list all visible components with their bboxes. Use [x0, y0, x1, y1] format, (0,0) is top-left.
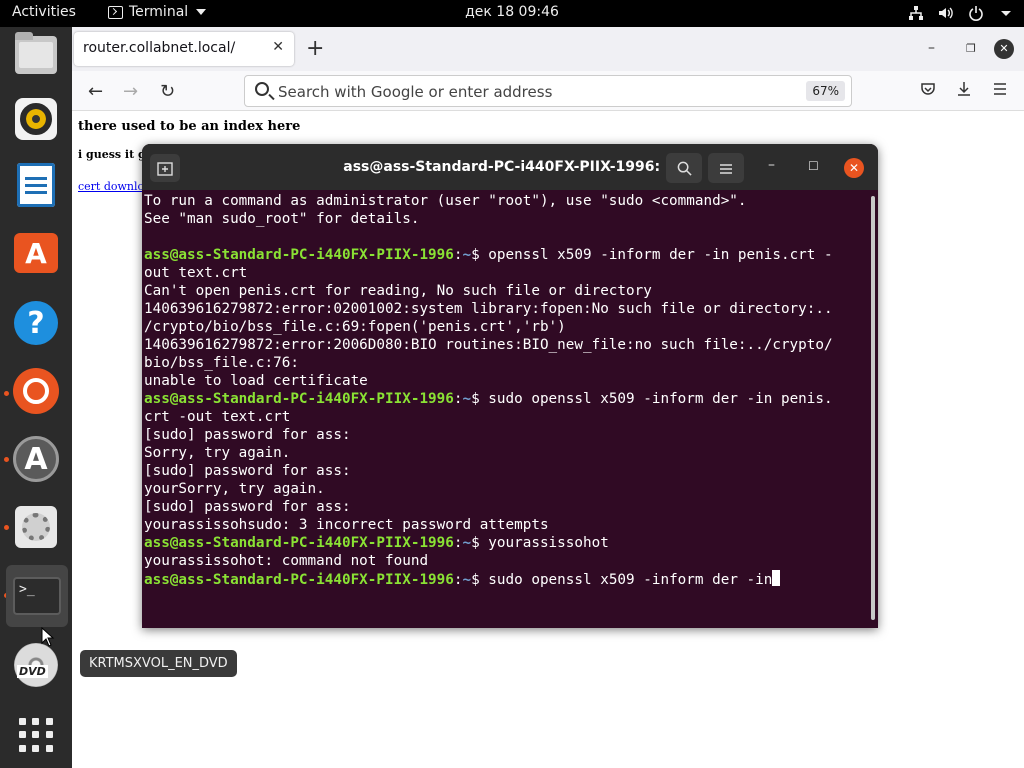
reload-icon[interactable]: ↻ — [160, 81, 175, 102]
running-indicator — [4, 391, 9, 396]
dock-software[interactable]: A — [12, 229, 60, 277]
terminal-icon: >_ — [13, 577, 61, 615]
minimize-button[interactable]: – — [928, 40, 935, 56]
volume-icon — [938, 5, 954, 21]
running-indicator — [4, 525, 9, 530]
terminal-line: ass@ass-Standard-PC-i440FX-PIIX-1996:~$ … — [144, 535, 609, 551]
dock-writer[interactable] — [12, 161, 60, 209]
terminal-line: [sudo] password for ass: — [144, 463, 351, 479]
terminal-line: out text.crt — [144, 265, 248, 281]
chevron-down-icon — [998, 5, 1014, 21]
dock-rhythmbox[interactable] — [12, 95, 60, 143]
settings-icon — [15, 506, 57, 548]
terminal-line: yourassissohsudo: 3 incorrect password a… — [144, 517, 549, 533]
tab-strip: router.collabnet.local/ ✕ + – ❐ ✕ — [72, 27, 1024, 71]
system-status-area[interactable] — [908, 5, 1014, 21]
terminal-output[interactable]: To run a command as administrator (user … — [144, 192, 866, 622]
files-icon — [15, 32, 57, 74]
hamburger-menu-icon[interactable] — [992, 81, 1008, 101]
terminal-line: [sudo] password for ass: — [144, 427, 351, 443]
tab-title: router.collabnet.local/ — [83, 40, 236, 56]
maximize-button[interactable]: ❐ — [966, 42, 976, 55]
dock: A ? A >_ DVD — [0, 27, 72, 768]
back-icon[interactable]: ← — [88, 81, 103, 102]
rhythmbox-icon — [15, 98, 57, 140]
dock-ubuntu[interactable] — [12, 367, 60, 415]
terminal-scrollbar[interactable] — [871, 196, 875, 620]
network-icon — [908, 5, 924, 21]
close-button[interactable]: ✕ — [844, 158, 864, 178]
search-button[interactable] — [666, 153, 702, 183]
navigation-bar: ← → ↻ Search with Google or enter addres… — [72, 71, 1024, 111]
forward-icon[interactable]: → — [123, 81, 138, 102]
terminal-line: Can't open penis.crt for reading, No suc… — [144, 283, 652, 299]
terminal-line: 140639616279872:error:2006D080:BIO routi… — [144, 337, 833, 353]
terminal-headerbar: ass@ass-Standard-PC-i440FX-PIIX-1996: ~ … — [142, 144, 878, 190]
dock-updater[interactable]: A — [12, 435, 60, 483]
dock-help[interactable]: ? — [12, 299, 60, 347]
show-applications-button[interactable] — [12, 711, 60, 759]
download-icon[interactable] — [956, 81, 972, 101]
dvd-icon: DVD — [14, 643, 58, 687]
url-placeholder: Search with Google or enter address — [278, 83, 553, 101]
dvd-label: DVD — [17, 665, 48, 678]
text-cursor — [772, 570, 781, 586]
terminal-window: ass@ass-Standard-PC-i440FX-PIIX-1996: ~ … — [142, 144, 878, 628]
app-grid-icon — [19, 718, 53, 752]
writer-icon — [17, 163, 55, 207]
software-updater-icon: A — [13, 436, 59, 482]
terminal-line: Sorry, try again. — [144, 445, 291, 461]
terminal-line: ass@ass-Standard-PC-i440FX-PIIX-1996:~$ … — [144, 247, 833, 263]
url-bar[interactable]: Search with Google or enter address 67% — [244, 75, 852, 107]
dock-terminal[interactable]: >_ — [6, 565, 68, 627]
minimize-button[interactable]: – — [768, 157, 775, 173]
terminal-line: yourassissohot: command not found — [144, 553, 429, 569]
dock-settings[interactable] — [12, 503, 60, 551]
help-icon: ? — [14, 301, 58, 345]
terminal-line: yourSorry, try again. — [144, 481, 325, 497]
power-icon — [968, 5, 984, 21]
cert-download-link[interactable]: cert downlo — [78, 180, 144, 193]
terminal-line: 140639616279872:error:02001002:system li… — [144, 301, 833, 317]
maximize-button[interactable]: ☐ — [808, 159, 819, 173]
terminal-line: /crypto/bio/bss_file.c:69:fopen('penis.c… — [144, 319, 566, 335]
terminal-line: crt -out text.crt — [144, 409, 291, 425]
terminal-line: [sudo] password for ass: — [144, 499, 351, 515]
clock[interactable]: дек 18 09:46 — [0, 4, 1024, 20]
terminal-line: ass@ass-Standard-PC-i440FX-PIIX-1996:~$ … — [144, 570, 866, 589]
ubuntu-icon — [13, 368, 59, 414]
new-tab-button[interactable]: + — [306, 36, 324, 61]
terminal-line: To run a command as administrator (user … — [144, 193, 747, 209]
top-bar: Activities Terminal дек 18 09:46 — [0, 0, 1024, 27]
dock-tooltip: KRTMSXVOL_EN_DVD — [80, 650, 237, 677]
terminal-line: ass@ass-Standard-PC-i440FX-PIIX-1996:~$ … — [144, 391, 833, 407]
terminal-line: bio/bss_file.c:76: — [144, 355, 299, 371]
pocket-icon[interactable] — [920, 81, 936, 101]
search-icon — [255, 82, 269, 96]
close-tab-icon[interactable]: ✕ — [272, 39, 284, 55]
dock-files[interactable] — [12, 31, 60, 79]
close-window-button[interactable]: ✕ — [994, 39, 1014, 59]
page-heading: there used to be an index here — [78, 119, 301, 134]
software-store-icon: A — [14, 233, 58, 273]
running-indicator — [4, 457, 9, 462]
browser-tab[interactable]: router.collabnet.local/ ✕ — [74, 32, 294, 66]
zoom-indicator[interactable]: 67% — [806, 81, 845, 101]
menu-button[interactable] — [708, 153, 744, 183]
dock-dvd[interactable]: DVD — [12, 641, 60, 689]
terminal-line: See "man sudo_root" for details. — [144, 211, 420, 227]
terminal-line: unable to load certificate — [144, 373, 368, 389]
